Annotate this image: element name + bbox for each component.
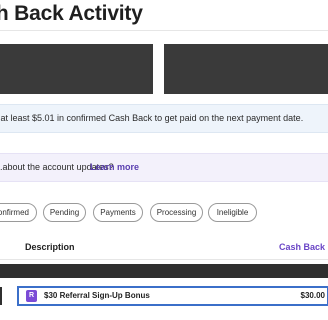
table-row[interactable]: R $30 Referral Sign-Up Bonus $30.00 bbox=[17, 286, 328, 306]
table-row-redacted bbox=[0, 264, 328, 278]
filter-chip-processing[interactable]: Processing bbox=[150, 203, 203, 222]
payment-notice: ...at least $5.01 in confirmed Cash Back… bbox=[0, 104, 328, 133]
filter-chip-payments[interactable]: Payments bbox=[93, 203, 143, 222]
summary-card bbox=[164, 44, 328, 94]
learn-more-link[interactable]: Learn more bbox=[90, 154, 139, 181]
row-description: $30 Referral Sign-Up Bonus bbox=[44, 291, 150, 300]
account-update-banner: ...about the account updates? Learn more bbox=[0, 153, 328, 182]
referral-badge-icon: R bbox=[26, 290, 37, 302]
divider bbox=[0, 259, 328, 260]
summary-card bbox=[0, 44, 153, 94]
row-amount: $30.00 bbox=[300, 291, 325, 300]
page-title: Cash Back Activity bbox=[0, 2, 143, 25]
filter-chip-confirmed[interactable]: Confirmed bbox=[0, 203, 37, 222]
column-header-description: Description bbox=[25, 242, 75, 252]
column-header-cash-back[interactable]: Cash Back bbox=[279, 242, 325, 252]
row-marker bbox=[0, 287, 2, 305]
payment-notice-text: ...at least $5.01 in confirmed Cash Back… bbox=[0, 113, 304, 123]
divider bbox=[0, 30, 328, 31]
filter-chip-pending[interactable]: Pending bbox=[43, 203, 86, 222]
filter-chip-ineligible[interactable]: Ineligible bbox=[208, 203, 257, 222]
